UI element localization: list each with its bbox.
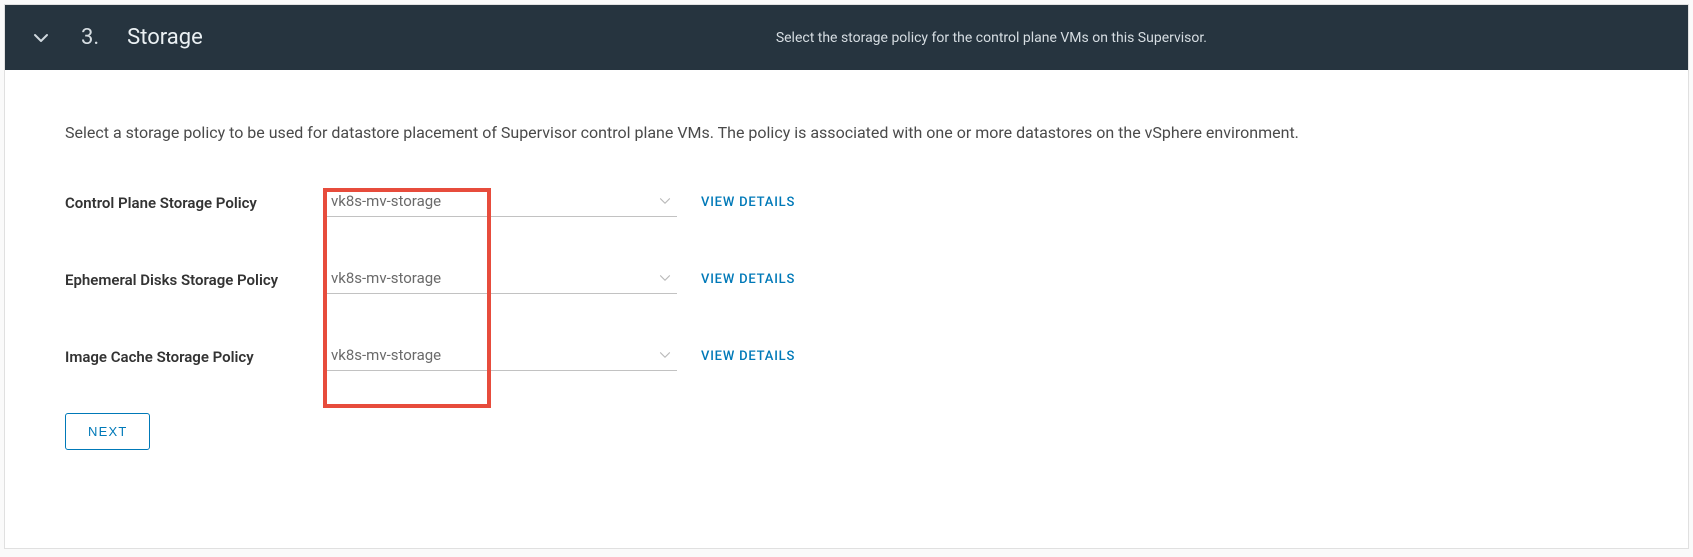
control-plane-select-value: vk8s-mv-storage — [331, 192, 659, 210]
storage-step-panel: 3. Storage Select the storage policy for… — [4, 4, 1689, 549]
ephemeral-select[interactable]: vk8s-mv-storage — [327, 265, 677, 294]
step-title: Storage — [127, 25, 203, 50]
ephemeral-row: Ephemeral Disks Storage Policy vk8s-mv-s… — [65, 265, 1628, 294]
ephemeral-select-value: vk8s-mv-storage — [331, 269, 659, 287]
control-plane-select[interactable]: vk8s-mv-storage — [327, 188, 677, 217]
image-cache-select-value: vk8s-mv-storage — [331, 346, 659, 364]
storage-policy-form: Control Plane Storage Policy vk8s-mv-sto… — [65, 188, 1628, 371]
ephemeral-view-details-link[interactable]: VIEW DETAILS — [701, 272, 795, 287]
chevron-down-icon — [659, 349, 671, 361]
chevron-down-icon — [659, 195, 671, 207]
image-cache-select[interactable]: vk8s-mv-storage — [327, 342, 677, 371]
step-subtitle: Select the storage policy for the contro… — [676, 30, 1207, 46]
step-description: Select a storage policy to be used for d… — [65, 118, 1615, 148]
step-header[interactable]: 3. Storage Select the storage policy for… — [5, 5, 1688, 70]
control-plane-view-details-link[interactable]: VIEW DETAILS — [701, 195, 795, 210]
step-number: 3. — [81, 25, 99, 50]
control-plane-label: Control Plane Storage Policy — [65, 194, 327, 212]
image-cache-row: Image Cache Storage Policy vk8s-mv-stora… — [65, 342, 1628, 371]
ephemeral-label: Ephemeral Disks Storage Policy — [65, 271, 327, 289]
chevron-down-icon — [33, 30, 49, 46]
step-content: Select a storage policy to be used for d… — [5, 70, 1688, 548]
image-cache-label: Image Cache Storage Policy — [65, 348, 327, 366]
chevron-down-icon — [659, 272, 671, 284]
image-cache-view-details-link[interactable]: VIEW DETAILS — [701, 349, 795, 364]
next-button[interactable]: NEXT — [65, 413, 150, 450]
control-plane-row: Control Plane Storage Policy vk8s-mv-sto… — [65, 188, 1628, 217]
